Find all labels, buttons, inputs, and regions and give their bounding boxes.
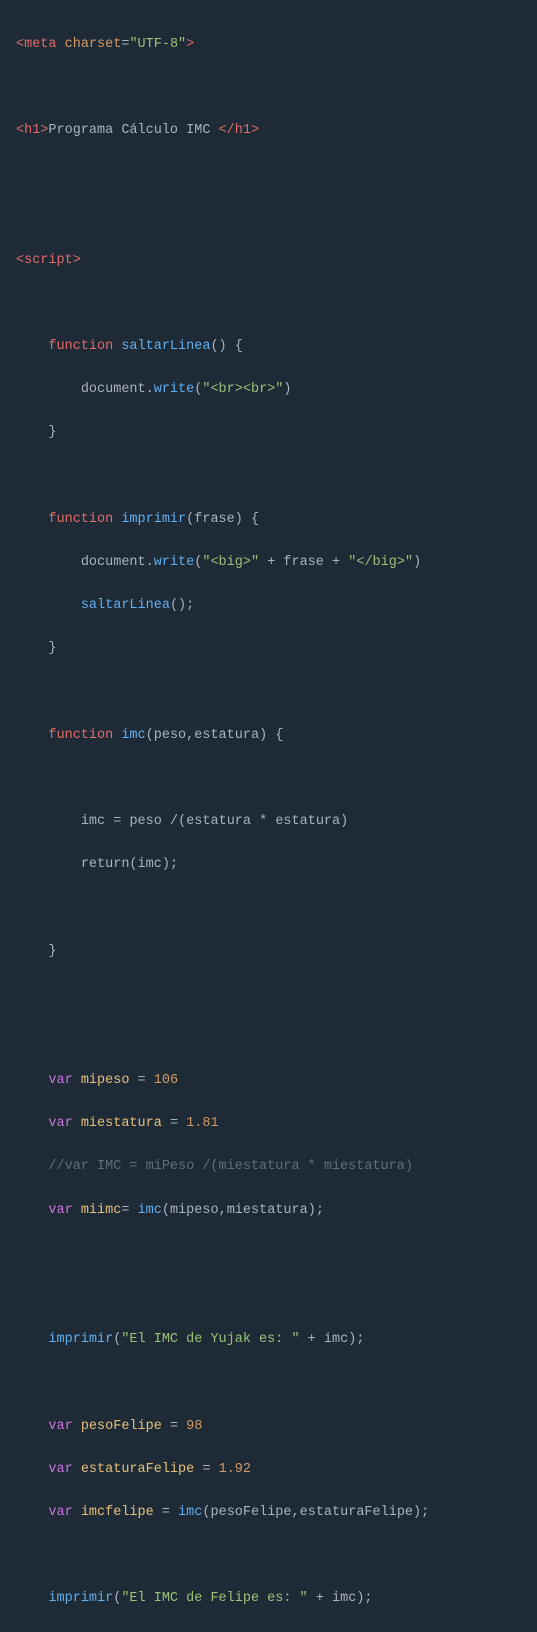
line-5 <box>16 206 521 228</box>
line-28: var miimc= imc(mipeso,miestatura); <box>16 1200 521 1222</box>
line-7 <box>16 293 521 315</box>
line-23 <box>16 984 521 1006</box>
line-21 <box>16 897 521 919</box>
line-17: function imc(peso,estatura) { <box>16 725 521 747</box>
line-25: var mipeso = 106 <box>16 1070 521 1092</box>
line-14: saltarLinea(); <box>16 595 521 617</box>
line-19: imc = peso /(estatura * estatura) <box>16 811 521 833</box>
line-2 <box>16 77 521 99</box>
line-31: imprimir("El IMC de Yujak es: " + imc); <box>16 1329 521 1351</box>
line-10: } <box>16 422 521 444</box>
line-26: var miestatura = 1.81 <box>16 1113 521 1135</box>
line-30 <box>16 1286 521 1308</box>
line-15: } <box>16 638 521 660</box>
line-35: var imcfelipe = imc(pesoFelipe,estaturaF… <box>16 1502 521 1524</box>
code-editor: <meta charset="UTF-8"> <h1>Programa Cálc… <box>16 12 521 1632</box>
line-37: imprimir("El IMC de Felipe es: " + imc); <box>16 1588 521 1610</box>
line-18 <box>16 768 521 790</box>
line-20: return(imc); <box>16 854 521 876</box>
line-34: var estaturaFelipe = 1.92 <box>16 1459 521 1481</box>
line-33: var pesoFelipe = 98 <box>16 1416 521 1438</box>
line-12: function imprimir(frase) { <box>16 509 521 531</box>
line-36 <box>16 1545 521 1567</box>
line-27: //var IMC = miPeso /(miestatura * miesta… <box>16 1156 521 1178</box>
line-32 <box>16 1372 521 1394</box>
line-3: <h1>Programa Cálculo IMC </h1> <box>16 120 521 142</box>
line-4 <box>16 163 521 185</box>
line-8: function saltarLinea() { <box>16 336 521 358</box>
line-29 <box>16 1243 521 1265</box>
line-16 <box>16 681 521 703</box>
line-1: <meta charset="UTF-8"> <box>16 34 521 56</box>
line-24 <box>16 1027 521 1049</box>
line-22: } <box>16 941 521 963</box>
line-9: document.write("<br><br>") <box>16 379 521 401</box>
line-13: document.write("<big>" + frase + "</big>… <box>16 552 521 574</box>
line-11 <box>16 465 521 487</box>
line-6: <script> <box>16 250 521 272</box>
